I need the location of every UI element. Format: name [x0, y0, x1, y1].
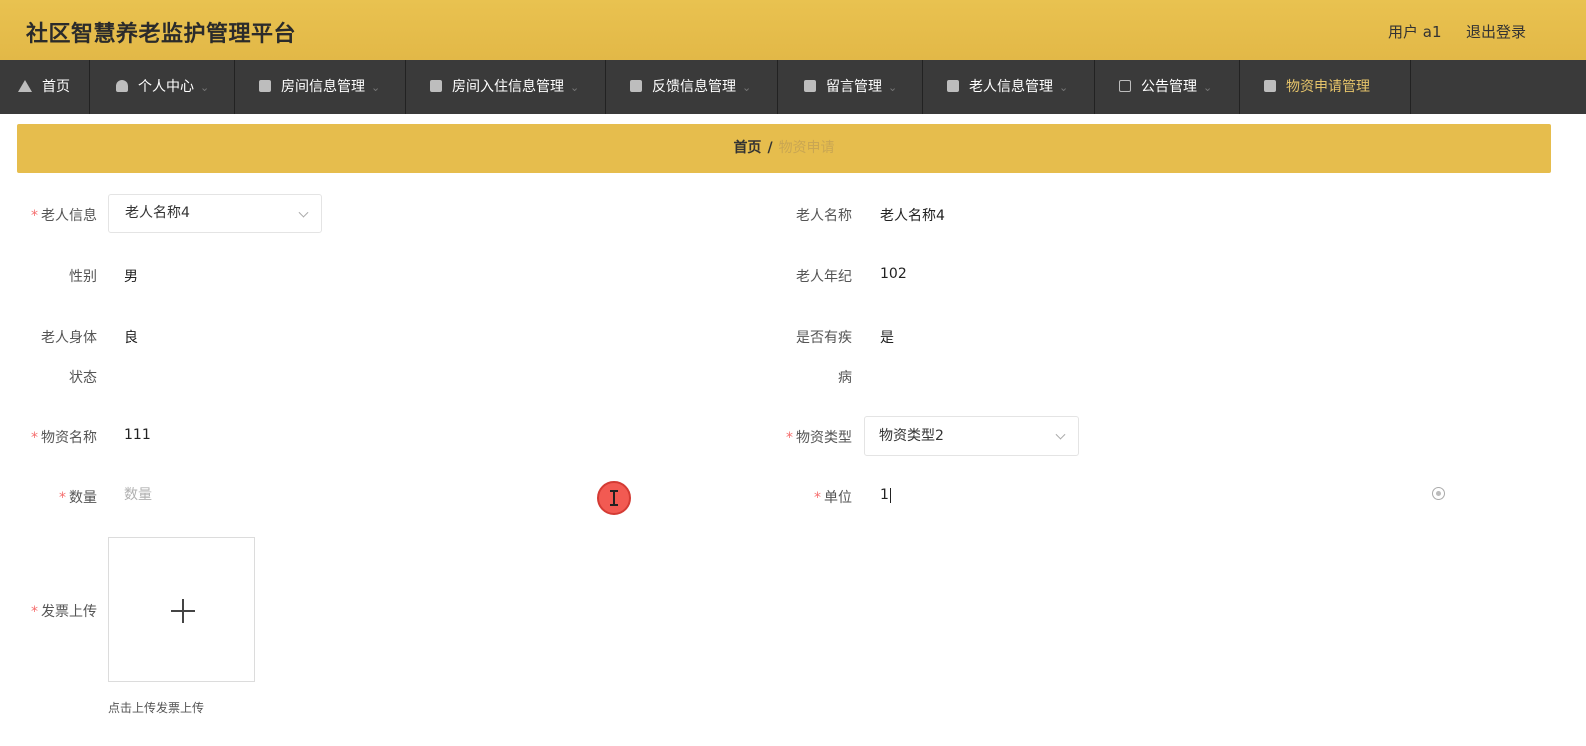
elder-info-select[interactable]: 老人名称4 [108, 194, 322, 233]
label-text: 单位 [824, 490, 852, 506]
nav-item-feedback[interactable]: 反馈信息管理 ⌄ [606, 60, 778, 114]
app-title: 社区智慧养老监护管理平台 [26, 22, 297, 47]
nav-item-label: 首页 [42, 79, 70, 95]
chevron-down-icon: ⌄ [1059, 81, 1069, 94]
document-icon [804, 80, 816, 92]
breadcrumb: 首页 / 物资申请 [17, 124, 1551, 173]
material-name-value[interactable]: 111 [124, 427, 151, 443]
chevron-down-icon: ⌄ [742, 81, 752, 94]
required-mark: * [31, 208, 38, 224]
material-type-select[interactable]: 物资类型2 [864, 416, 1079, 456]
nav-item-label: 反馈信息管理 [652, 79, 736, 95]
monitor-icon [430, 80, 442, 92]
elder-info-label: * 老人信息 [20, 205, 97, 225]
nav-item-label: 留言管理 [826, 79, 882, 95]
unit-input-value: 1 [880, 487, 889, 503]
quantity-input[interactable] [124, 482, 564, 508]
elder-name-value: 老人名称4 [880, 208, 945, 224]
home-icon [18, 80, 32, 92]
clipboard-icon [1264, 80, 1276, 92]
nav-item-label: 物资申请管理 [1286, 79, 1370, 95]
has-disease-label-line1: 是否有疾 [796, 330, 852, 346]
nav-item-room-info[interactable]: 房间信息管理 ⌄ [235, 60, 406, 114]
nav-item-label: 房间入住信息管理 [452, 79, 564, 95]
breadcrumb-current: 物资申请 [778, 140, 835, 156]
text-caret [889, 487, 891, 503]
elder-age-value: 102 [880, 266, 907, 282]
gender-value: 男 [124, 269, 138, 285]
unit-label: * 单位 [770, 487, 852, 507]
nav-item-label: 房间信息管理 [281, 79, 365, 95]
clear-icon[interactable] [1432, 487, 1445, 500]
top-header: 社区智慧养老监护管理平台 用户 a1 退出登录 [0, 0, 1586, 60]
material-type-label: * 物资类型 [770, 427, 852, 447]
nav-item-label: 个人中心 [138, 79, 194, 95]
quantity-label: * 数量 [20, 487, 97, 507]
main-nav: 首页 个人中心 ⌄ 房间信息管理 ⌄ 房间入住信息管理 ⌄ 反馈信息管理 ⌄ 留言管理 ⌄… [0, 60, 1586, 114]
label-text: 数量 [69, 490, 97, 506]
has-disease-label-line2: 病 [838, 370, 852, 386]
chevron-down-icon [298, 207, 309, 218]
required-mark: * [814, 490, 821, 506]
chevron-down-icon: ⌄ [570, 81, 580, 94]
breadcrumb-separator: / [767, 140, 773, 156]
material-name-label: * 物资名称 [20, 427, 97, 447]
has-disease-value: 是 [880, 330, 894, 346]
user-icon [116, 80, 128, 92]
label-text: 发票上传 [41, 604, 97, 620]
nav-item-messages[interactable]: 留言管理 ⌄ [778, 60, 923, 114]
elder-age-label: 老人年纪 [796, 269, 852, 285]
chevron-down-icon: ⌄ [888, 81, 898, 94]
upload-hint: 点击上传发票上传 [108, 701, 205, 715]
briefcase-icon [259, 80, 271, 92]
mail-icon [1119, 80, 1131, 92]
required-mark: * [31, 430, 38, 446]
mouse-cursor-indicator [597, 481, 631, 515]
chevron-down-icon: ⌄ [371, 81, 381, 94]
nav-item-personal-center[interactable]: 个人中心 ⌄ [90, 60, 235, 114]
plus-icon-vertical [182, 599, 184, 623]
chevron-down-icon [1055, 429, 1066, 440]
nav-item-label: 公告管理 [1141, 79, 1197, 95]
text-cursor-icon [610, 490, 618, 506]
nav-item-elder-info[interactable]: 老人信息管理 ⌄ [923, 60, 1095, 114]
gender-label: 性别 [69, 269, 97, 285]
required-mark: * [31, 604, 38, 620]
label-text: 物资名称 [41, 430, 97, 446]
body-status-label-line1: 老人身体 [41, 330, 97, 346]
chevron-down-icon: ⌄ [1203, 81, 1213, 94]
nav-item-home[interactable]: 首页 [0, 60, 90, 114]
label-text: 老人信息 [41, 208, 97, 224]
logout-link[interactable]: 退出登录 [1466, 21, 1526, 42]
required-mark: * [786, 430, 793, 446]
material-type-selected-value: 物资类型2 [879, 428, 944, 444]
clipboard-icon [630, 80, 642, 92]
body-status-value: 良 [124, 330, 138, 346]
invoice-upload-box[interactable] [108, 537, 255, 682]
nav-item-announcements[interactable]: 公告管理 ⌄ [1095, 60, 1240, 114]
current-user-label: 用户 a1 [1388, 23, 1442, 41]
required-mark: * [59, 490, 66, 506]
nav-item-label: 老人信息管理 [969, 79, 1053, 95]
invoice-upload-label: * 发票上传 [20, 601, 97, 621]
breadcrumb-home[interactable]: 首页 [733, 140, 761, 156]
nav-item-room-checkin[interactable]: 房间入住信息管理 ⌄ [406, 60, 606, 114]
nav-item-material-request[interactable]: 物资申请管理 [1240, 60, 1411, 114]
unit-input[interactable]: 1 [880, 487, 891, 503]
elder-info-selected-value: 老人名称4 [125, 205, 190, 221]
elder-name-label: 老人名称 [796, 208, 852, 224]
chevron-down-icon: ⌄ [200, 81, 210, 94]
body-status-label-line2: 状态 [69, 370, 97, 386]
label-text: 物资类型 [796, 430, 852, 446]
monitor-icon [947, 80, 959, 92]
